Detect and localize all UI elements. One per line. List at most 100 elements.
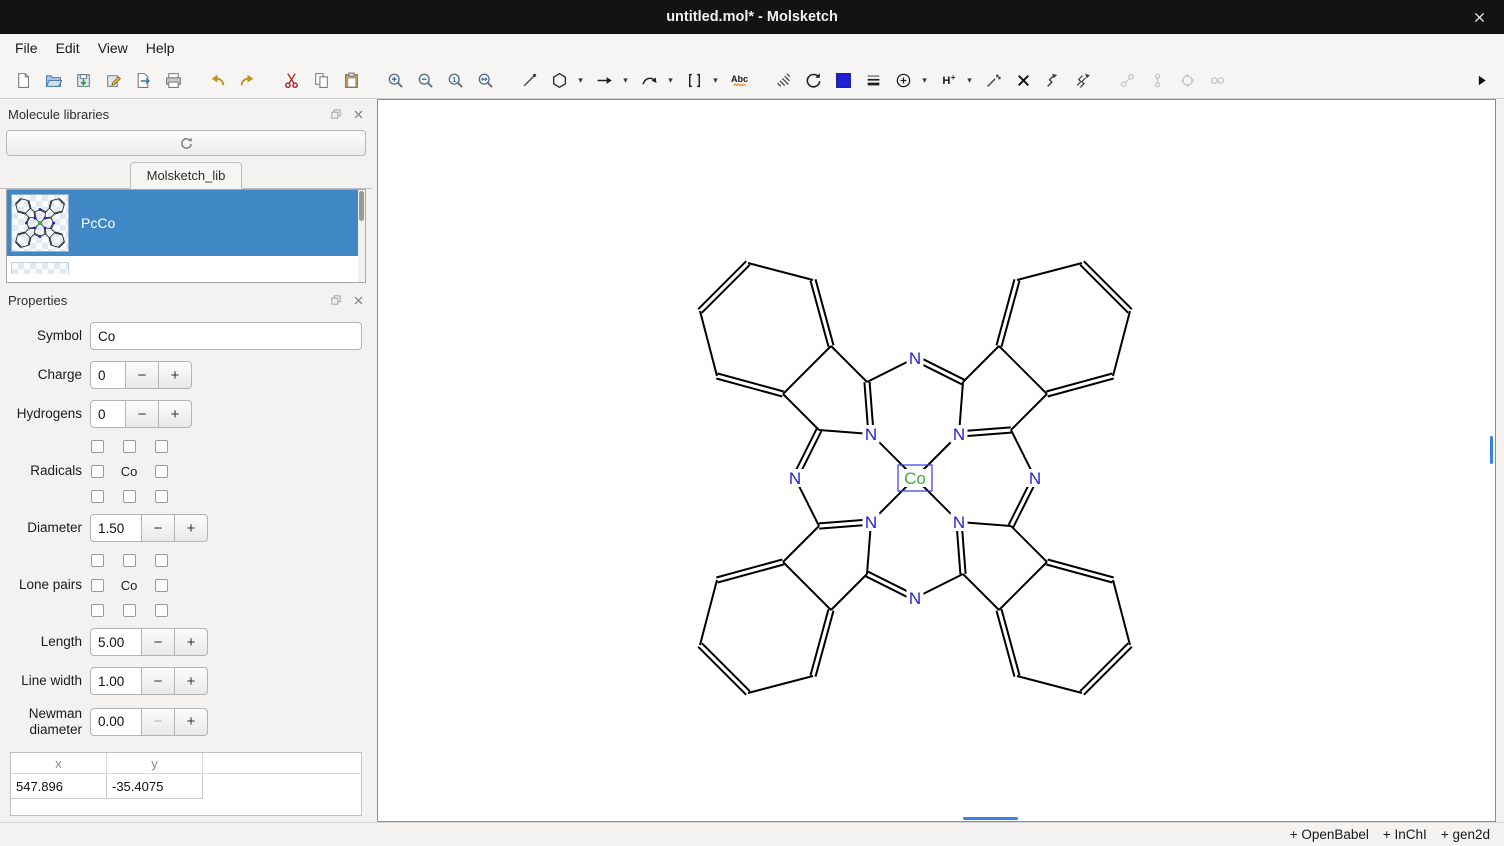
lone-pair-checkbox[interactable] <box>123 554 136 567</box>
zoom-out-button[interactable] <box>410 66 440 94</box>
save-document-as-button[interactable] <box>98 66 128 94</box>
molecule-drawing[interactable]: Co N N N N N N N N <box>378 100 1495 821</box>
menu-file[interactable]: File <box>6 34 47 62</box>
menu-edit[interactable]: Edit <box>47 34 89 62</box>
atom-label-N[interactable]: N <box>909 589 921 608</box>
cut-button[interactable] <box>276 66 306 94</box>
diameter-decrease-button[interactable]: − <box>142 514 175 542</box>
color-picker-button[interactable] <box>828 66 858 94</box>
hydrogens-increase-button[interactable]: + <box>159 400 192 428</box>
zoom-in-button[interactable] <box>380 66 410 94</box>
electron-shift-tool-button[interactable] <box>1038 66 1068 94</box>
hash-bond-tool-button[interactable] <box>768 66 798 94</box>
new-document-button[interactable] <box>8 66 38 94</box>
library-scrollbar[interactable] <box>358 190 365 282</box>
canvas-horizontal-scrollbar[interactable] <box>963 817 1018 820</box>
library-item-pcco[interactable]: PcCo <box>7 190 365 256</box>
undo-button[interactable] <box>202 66 232 94</box>
bracket-tool-dropdown-caret[interactable]: ▾ <box>709 66 722 94</box>
coordinate-x-cell[interactable]: 547.896 <box>11 774 107 799</box>
radical-checkbox[interactable] <box>155 465 168 478</box>
export-document-button[interactable] <box>128 66 158 94</box>
charge-input[interactable] <box>90 361 126 389</box>
arrow-tool-dropdown-caret[interactable]: ▾ <box>619 66 632 94</box>
print-document-button[interactable] <box>158 66 188 94</box>
radical-checkbox[interactable] <box>123 490 136 503</box>
newman-diameter-input[interactable] <box>90 708 142 736</box>
diameter-increase-button[interactable]: + <box>175 514 208 542</box>
lone-pair-checkbox[interactable] <box>91 604 104 617</box>
delete-tool-button[interactable] <box>1008 66 1038 94</box>
length-decrease-button[interactable]: − <box>142 628 175 656</box>
charge-tool-button[interactable] <box>888 66 918 94</box>
toolbar-overflow-button[interactable] <box>1466 66 1496 94</box>
atom-label-N[interactable]: N <box>789 469 801 488</box>
hydrogen-tool-dropdown-caret[interactable]: ▾ <box>963 66 976 94</box>
length-increase-button[interactable]: + <box>175 628 208 656</box>
hydrogens-input[interactable] <box>90 400 126 428</box>
radical-checkbox[interactable] <box>155 490 168 503</box>
lone-pair-checkbox[interactable] <box>155 604 168 617</box>
symbol-input[interactable] <box>90 322 362 350</box>
copy-button[interactable] <box>306 66 336 94</box>
radical-checkbox[interactable] <box>91 465 104 478</box>
lone-pair-checkbox[interactable] <box>123 604 136 617</box>
redo-button[interactable] <box>232 66 262 94</box>
lone-pair-checkbox[interactable] <box>155 579 168 592</box>
atom-label-N[interactable]: N <box>953 513 965 532</box>
lone-pair-checkbox[interactable] <box>91 579 104 592</box>
library-dock-close-button[interactable] <box>350 106 366 122</box>
draw-bond-button[interactable] <box>514 66 544 94</box>
atom-label-N[interactable]: N <box>865 425 877 444</box>
line-width-decrease-button[interactable]: − <box>142 667 175 695</box>
newman-diameter-increase-button[interactable]: + <box>175 708 208 736</box>
length-input[interactable] <box>90 628 142 656</box>
text-tool-button[interactable]: Abc <box>724 66 754 94</box>
open-document-button[interactable] <box>38 66 68 94</box>
lone-pair-tool-button[interactable] <box>978 66 1008 94</box>
paste-button[interactable] <box>336 66 366 94</box>
save-document-button[interactable] <box>68 66 98 94</box>
electron-pair-shift-tool-button[interactable] <box>1068 66 1098 94</box>
charge-tool-dropdown-caret[interactable]: ▾ <box>918 66 931 94</box>
curved-arrow-tool-dropdown-caret[interactable]: ▾ <box>664 66 677 94</box>
ring-tool-button[interactable] <box>544 66 574 94</box>
ring-tool-dropdown-caret[interactable]: ▾ <box>574 66 587 94</box>
line-width-increase-button[interactable]: + <box>175 667 208 695</box>
window-close-button[interactable] <box>1468 6 1490 28</box>
lone-pair-checkbox[interactable] <box>91 554 104 567</box>
drawing-canvas[interactable]: Co N N N N N N N N <box>377 99 1496 822</box>
coordinates-column-y[interactable]: y <box>107 753 203 773</box>
menu-help[interactable]: Help <box>137 34 184 62</box>
hydrogens-decrease-button[interactable]: − <box>126 400 159 428</box>
library-dock-float-button[interactable] <box>328 106 344 122</box>
charge-increase-button[interactable]: + <box>159 361 192 389</box>
bracket-tool-button[interactable] <box>679 66 709 94</box>
lone-pair-checkbox[interactable] <box>155 554 168 567</box>
atom-label-Co[interactable]: Co <box>904 469 926 488</box>
hydrogen-tool-button[interactable]: H+ <box>933 66 963 94</box>
canvas-vertical-scrollbar[interactable] <box>1490 436 1493 464</box>
properties-dock-float-button[interactable] <box>328 292 344 308</box>
zoom-fit-button[interactable] <box>470 66 500 94</box>
rotate-tool-button[interactable] <box>798 66 828 94</box>
tab-molsketch-lib[interactable]: Molsketch_lib <box>130 162 243 189</box>
diameter-input[interactable] <box>90 514 142 542</box>
arrow-tool-button[interactable] <box>589 66 619 94</box>
radical-checkbox[interactable] <box>123 440 136 453</box>
library-scrollbar-thumb[interactable] <box>359 191 364 221</box>
line-width-tool-button[interactable] <box>858 66 888 94</box>
coordinates-column-x[interactable]: x <box>11 753 107 773</box>
refresh-library-button[interactable] <box>6 130 366 156</box>
atom-label-N[interactable]: N <box>1029 469 1041 488</box>
radical-checkbox[interactable] <box>155 440 168 453</box>
atom-label-N[interactable]: N <box>909 349 921 368</box>
atom-label-N[interactable]: N <box>953 425 965 444</box>
atom-label-N[interactable]: N <box>865 513 877 532</box>
zoom-original-button[interactable]: 1 <box>440 66 470 94</box>
library-item-partial[interactable] <box>11 262 69 274</box>
properties-dock-close-button[interactable] <box>350 292 366 308</box>
radical-checkbox[interactable] <box>91 440 104 453</box>
menu-view[interactable]: View <box>89 34 137 62</box>
radical-checkbox[interactable] <box>91 490 104 503</box>
